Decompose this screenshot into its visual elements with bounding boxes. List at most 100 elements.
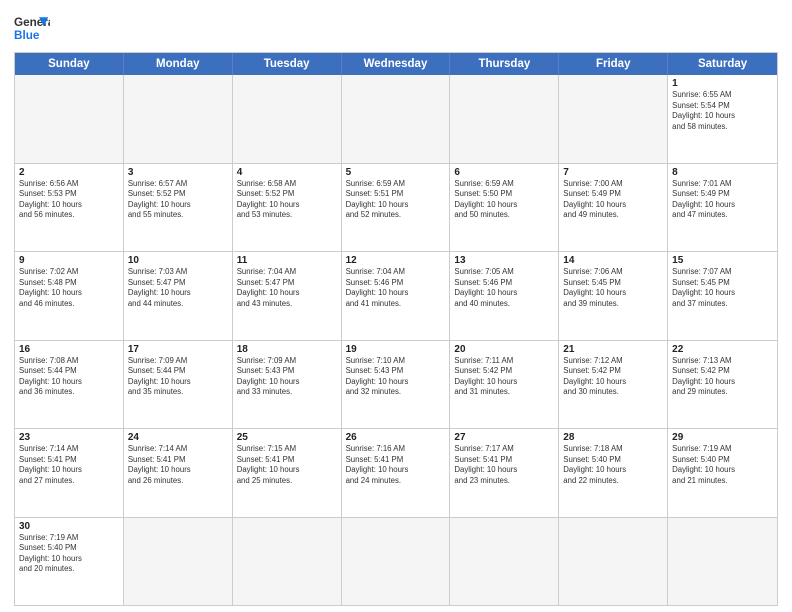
- calendar-row-0: 1Sunrise: 6:55 AM Sunset: 5:54 PM Daylig…: [15, 75, 777, 163]
- calendar-cell: 14Sunrise: 7:06 AM Sunset: 5:45 PM Dayli…: [559, 252, 668, 340]
- day-info: Sunrise: 7:13 AM Sunset: 5:42 PM Dayligh…: [672, 356, 773, 398]
- calendar-cell: [559, 75, 668, 163]
- day-number: 12: [346, 255, 446, 266]
- calendar-cell: [15, 75, 124, 163]
- day-number: 4: [237, 167, 337, 178]
- day-number: 16: [19, 344, 119, 355]
- header-row: General Blue: [14, 10, 778, 46]
- day-info: Sunrise: 6:59 AM Sunset: 5:50 PM Dayligh…: [454, 179, 554, 221]
- calendar-cell: [450, 75, 559, 163]
- day-info: Sunrise: 7:17 AM Sunset: 5:41 PM Dayligh…: [454, 444, 554, 486]
- day-info: Sunrise: 7:00 AM Sunset: 5:49 PM Dayligh…: [563, 179, 663, 221]
- day-info: Sunrise: 6:56 AM Sunset: 5:53 PM Dayligh…: [19, 179, 119, 221]
- weekday-header-sunday: Sunday: [15, 53, 124, 75]
- day-info: Sunrise: 6:58 AM Sunset: 5:52 PM Dayligh…: [237, 179, 337, 221]
- day-info: Sunrise: 6:57 AM Sunset: 5:52 PM Dayligh…: [128, 179, 228, 221]
- day-number: 9: [19, 255, 119, 266]
- calendar-cell: 20Sunrise: 7:11 AM Sunset: 5:42 PM Dayli…: [450, 341, 559, 429]
- calendar-row-5: 30Sunrise: 7:19 AM Sunset: 5:40 PM Dayli…: [15, 517, 777, 606]
- calendar-cell: [342, 75, 451, 163]
- day-number: 18: [237, 344, 337, 355]
- day-info: Sunrise: 7:01 AM Sunset: 5:49 PM Dayligh…: [672, 179, 773, 221]
- calendar-cell: 9Sunrise: 7:02 AM Sunset: 5:48 PM Daylig…: [15, 252, 124, 340]
- weekday-header-saturday: Saturday: [668, 53, 777, 75]
- calendar-cell: 10Sunrise: 7:03 AM Sunset: 5:47 PM Dayli…: [124, 252, 233, 340]
- day-info: Sunrise: 7:07 AM Sunset: 5:45 PM Dayligh…: [672, 267, 773, 309]
- day-number: 15: [672, 255, 773, 266]
- day-info: Sunrise: 7:05 AM Sunset: 5:46 PM Dayligh…: [454, 267, 554, 309]
- day-number: 14: [563, 255, 663, 266]
- day-info: Sunrise: 7:18 AM Sunset: 5:40 PM Dayligh…: [563, 444, 663, 486]
- weekday-header-wednesday: Wednesday: [342, 53, 451, 75]
- calendar-cell: 21Sunrise: 7:12 AM Sunset: 5:42 PM Dayli…: [559, 341, 668, 429]
- calendar-cell: 2Sunrise: 6:56 AM Sunset: 5:53 PM Daylig…: [15, 164, 124, 252]
- weekday-header-tuesday: Tuesday: [233, 53, 342, 75]
- calendar-cell: 17Sunrise: 7:09 AM Sunset: 5:44 PM Dayli…: [124, 341, 233, 429]
- day-info: Sunrise: 7:14 AM Sunset: 5:41 PM Dayligh…: [19, 444, 119, 486]
- calendar-cell: 5Sunrise: 6:59 AM Sunset: 5:51 PM Daylig…: [342, 164, 451, 252]
- day-info: Sunrise: 7:04 AM Sunset: 5:47 PM Dayligh…: [237, 267, 337, 309]
- logo: General Blue: [14, 10, 50, 46]
- calendar-cell: 4Sunrise: 6:58 AM Sunset: 5:52 PM Daylig…: [233, 164, 342, 252]
- svg-text:Blue: Blue: [14, 29, 40, 42]
- calendar-cell: 11Sunrise: 7:04 AM Sunset: 5:47 PM Dayli…: [233, 252, 342, 340]
- day-info: Sunrise: 7:09 AM Sunset: 5:44 PM Dayligh…: [128, 356, 228, 398]
- day-number: 13: [454, 255, 554, 266]
- calendar-cell: [233, 75, 342, 163]
- calendar-body: 1Sunrise: 6:55 AM Sunset: 5:54 PM Daylig…: [15, 75, 777, 605]
- calendar-cell: [559, 518, 668, 606]
- day-number: 21: [563, 344, 663, 355]
- day-number: 29: [672, 432, 773, 443]
- weekday-header-friday: Friday: [559, 53, 668, 75]
- calendar-row-3: 16Sunrise: 7:08 AM Sunset: 5:44 PM Dayli…: [15, 340, 777, 429]
- calendar-cell: 15Sunrise: 7:07 AM Sunset: 5:45 PM Dayli…: [668, 252, 777, 340]
- calendar-cell: 1Sunrise: 6:55 AM Sunset: 5:54 PM Daylig…: [668, 75, 777, 163]
- day-info: Sunrise: 7:16 AM Sunset: 5:41 PM Dayligh…: [346, 444, 446, 486]
- day-info: Sunrise: 7:08 AM Sunset: 5:44 PM Dayligh…: [19, 356, 119, 398]
- day-number: 23: [19, 432, 119, 443]
- logo-icon: General Blue: [14, 10, 50, 46]
- calendar: SundayMondayTuesdayWednesdayThursdayFrid…: [14, 52, 778, 606]
- day-number: 26: [346, 432, 446, 443]
- day-number: 5: [346, 167, 446, 178]
- calendar-cell: 13Sunrise: 7:05 AM Sunset: 5:46 PM Dayli…: [450, 252, 559, 340]
- day-number: 24: [128, 432, 228, 443]
- calendar-row-1: 2Sunrise: 6:56 AM Sunset: 5:53 PM Daylig…: [15, 163, 777, 252]
- calendar-cell: [124, 518, 233, 606]
- day-info: Sunrise: 7:03 AM Sunset: 5:47 PM Dayligh…: [128, 267, 228, 309]
- calendar-cell: 24Sunrise: 7:14 AM Sunset: 5:41 PM Dayli…: [124, 429, 233, 517]
- calendar-cell: [668, 518, 777, 606]
- calendar-cell: 25Sunrise: 7:15 AM Sunset: 5:41 PM Dayli…: [233, 429, 342, 517]
- calendar-cell: 18Sunrise: 7:09 AM Sunset: 5:43 PM Dayli…: [233, 341, 342, 429]
- calendar-cell: 23Sunrise: 7:14 AM Sunset: 5:41 PM Dayli…: [15, 429, 124, 517]
- calendar-cell: [450, 518, 559, 606]
- day-info: Sunrise: 7:11 AM Sunset: 5:42 PM Dayligh…: [454, 356, 554, 398]
- day-info: Sunrise: 7:19 AM Sunset: 5:40 PM Dayligh…: [19, 533, 119, 575]
- day-number: 28: [563, 432, 663, 443]
- day-info: Sunrise: 7:09 AM Sunset: 5:43 PM Dayligh…: [237, 356, 337, 398]
- page: General Blue SundayMondayTuesdayWednesda…: [0, 0, 792, 612]
- day-number: 6: [454, 167, 554, 178]
- day-number: 20: [454, 344, 554, 355]
- calendar-cell: 19Sunrise: 7:10 AM Sunset: 5:43 PM Dayli…: [342, 341, 451, 429]
- calendar-cell: 16Sunrise: 7:08 AM Sunset: 5:44 PM Dayli…: [15, 341, 124, 429]
- day-info: Sunrise: 7:02 AM Sunset: 5:48 PM Dayligh…: [19, 267, 119, 309]
- day-number: 2: [19, 167, 119, 178]
- day-number: 10: [128, 255, 228, 266]
- calendar-cell: 6Sunrise: 6:59 AM Sunset: 5:50 PM Daylig…: [450, 164, 559, 252]
- day-info: Sunrise: 7:04 AM Sunset: 5:46 PM Dayligh…: [346, 267, 446, 309]
- calendar-cell: 26Sunrise: 7:16 AM Sunset: 5:41 PM Dayli…: [342, 429, 451, 517]
- calendar-cell: [233, 518, 342, 606]
- day-number: 11: [237, 255, 337, 266]
- day-number: 30: [19, 521, 119, 532]
- day-number: 3: [128, 167, 228, 178]
- calendar-row-2: 9Sunrise: 7:02 AM Sunset: 5:48 PM Daylig…: [15, 251, 777, 340]
- day-info: Sunrise: 7:19 AM Sunset: 5:40 PM Dayligh…: [672, 444, 773, 486]
- day-info: Sunrise: 7:06 AM Sunset: 5:45 PM Dayligh…: [563, 267, 663, 309]
- day-number: 22: [672, 344, 773, 355]
- calendar-header: SundayMondayTuesdayWednesdayThursdayFrid…: [15, 53, 777, 75]
- calendar-cell: 3Sunrise: 6:57 AM Sunset: 5:52 PM Daylig…: [124, 164, 233, 252]
- calendar-cell: 7Sunrise: 7:00 AM Sunset: 5:49 PM Daylig…: [559, 164, 668, 252]
- day-number: 7: [563, 167, 663, 178]
- day-info: Sunrise: 7:15 AM Sunset: 5:41 PM Dayligh…: [237, 444, 337, 486]
